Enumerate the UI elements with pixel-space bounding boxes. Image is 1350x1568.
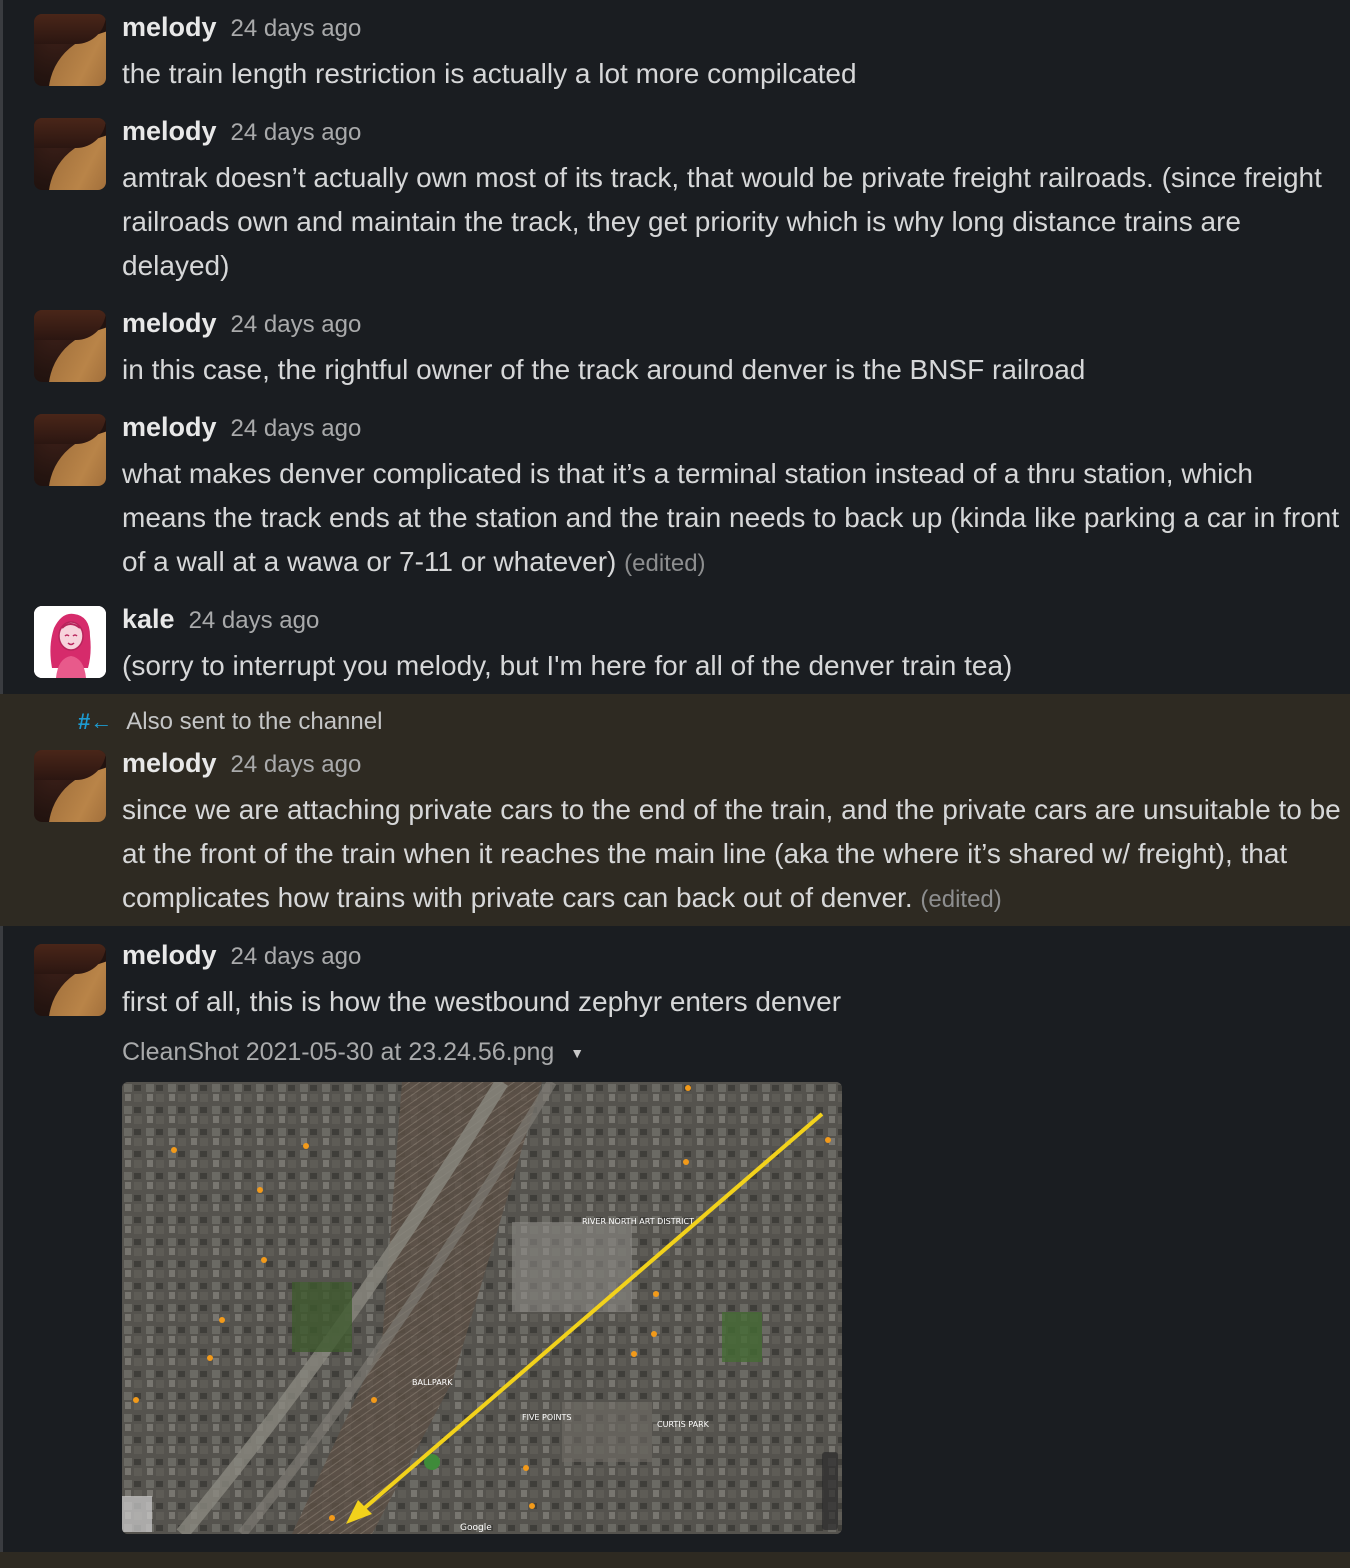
edited-label: (edited) — [920, 886, 1002, 913]
also-sent-icon: #← — [78, 709, 113, 734]
map-label-ballpark: BALLPARK — [412, 1378, 453, 1387]
timestamp[interactable]: 24 days ago — [231, 751, 362, 779]
message-text: in this case, the rightful owner of the … — [122, 354, 1086, 385]
message-1[interactable]: melody 24 days ago the train length rest… — [0, 0, 1350, 104]
author-name[interactable]: melody — [122, 748, 217, 779]
dropdown-caret-icon[interactable]: ▼ — [570, 1045, 584, 1061]
timestamp[interactable]: 24 days ago — [231, 119, 362, 147]
timestamp[interactable]: 24 days ago — [189, 607, 320, 635]
message-2[interactable]: melody 24 days ago amtrak doesn’t actual… — [0, 104, 1350, 300]
message-text: the train length restriction is actually… — [122, 58, 857, 89]
satellite-map: RIVER NORTH ART DISTRICT BALLPARK FIVE P… — [122, 1082, 842, 1534]
avatar-melody[interactable] — [34, 750, 106, 822]
map-zoom-controls — [822, 1452, 838, 1530]
map-label-google: Google — [460, 1523, 492, 1533]
avatar-melody[interactable] — [34, 414, 106, 486]
message-text: (sorry to interrupt you melody, but I'm … — [122, 650, 1013, 681]
message-6-highlighted[interactable]: #← Also sent to the channel melody 24 da… — [0, 694, 1350, 926]
message-body: since we are attaching private cars to t… — [122, 794, 1341, 913]
avatar-melody[interactable] — [34, 118, 106, 190]
author-name[interactable]: melody — [122, 116, 217, 147]
message-5[interactable]: kale 24 days ago (sorry to interrupt you… — [0, 594, 1350, 694]
filename-text[interactable]: CleanShot 2021-05-30 at 23.24.56.png — [122, 1038, 554, 1067]
timestamp[interactable]: 24 days ago — [231, 415, 362, 443]
author-name[interactable]: melody — [122, 308, 217, 339]
next-message-highlight-edge — [0, 1552, 1350, 1568]
attachment-filename[interactable]: CleanShot 2021-05-30 at 23.24.56.png ▼ — [122, 1038, 584, 1067]
edited-label: (edited) — [624, 550, 706, 577]
also-sent-to-channel[interactable]: #← Also sent to the channel — [78, 708, 382, 736]
message-3[interactable]: melody 24 days ago in this case, the rig… — [0, 300, 1350, 404]
avatar-melody[interactable] — [34, 310, 106, 382]
timestamp[interactable]: 24 days ago — [231, 943, 362, 971]
timestamp[interactable]: 24 days ago — [231, 311, 362, 339]
message-text: since we are attaching private cars to t… — [122, 788, 1342, 922]
author-name[interactable]: melody — [122, 12, 217, 43]
avatar-kale[interactable] — [34, 606, 106, 678]
map-label-curtis-park: CURTIS PARK — [657, 1420, 710, 1429]
message-text: first of all, this is how the westbound … — [122, 986, 842, 1017]
map-label-five-points: FIVE POINTS — [522, 1413, 571, 1422]
also-sent-label: Also sent to the channel — [126, 708, 383, 735]
message-4[interactable]: melody 24 days ago what makes denver com… — [0, 404, 1350, 594]
map-label-river-north: RIVER NORTH ART DISTRICT — [582, 1217, 694, 1226]
avatar-melody[interactable] — [34, 14, 106, 86]
avatar-melody[interactable] — [34, 944, 106, 1016]
message-text: amtrak doesn’t actually own most of its … — [122, 162, 1322, 281]
timestamp[interactable]: 24 days ago — [231, 15, 362, 43]
message-body: what makes denver complicated is that it… — [122, 458, 1340, 577]
message-text: what makes denver complicated is that it… — [122, 452, 1342, 586]
author-name[interactable]: melody — [122, 412, 217, 443]
attached-map-image[interactable]: RIVER NORTH ART DISTRICT BALLPARK FIVE P… — [122, 1082, 842, 1534]
author-name[interactable]: kale — [122, 604, 175, 635]
author-name[interactable]: melody — [122, 940, 217, 971]
map-thumbnail-layer — [122, 1496, 152, 1532]
kale-avatar-illustration — [34, 606, 106, 678]
